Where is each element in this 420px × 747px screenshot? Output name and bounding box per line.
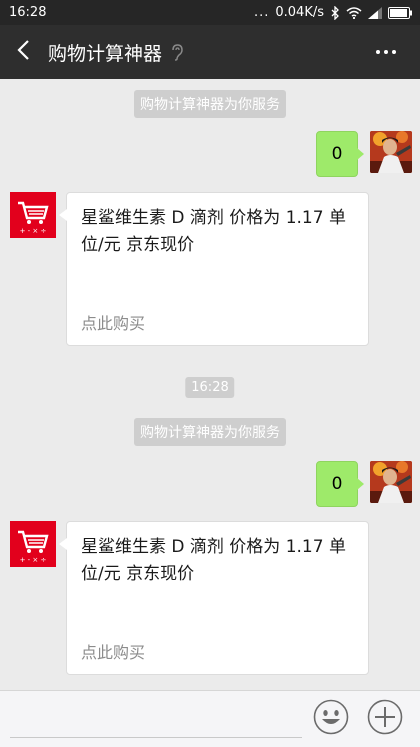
product-card[interactable]: 星鲨维生素 D 滴剂 价格为 1.17 单位/元 京东现价 点此购买 — [59, 521, 369, 675]
user-avatar[interactable] — [370, 131, 412, 173]
user-message-bubble[interactable]: 0 — [316, 461, 364, 507]
product-card-text: 星鲨维生素 D 滴剂 价格为 1.17 单位/元 京东现价 — [81, 208, 346, 255]
user-message-text: 0 — [331, 144, 343, 164]
plus-icon — [367, 699, 403, 739]
battery-icon — [388, 6, 412, 19]
more-dot — [376, 50, 380, 54]
ear-icon — [170, 43, 184, 61]
more-dot — [392, 50, 396, 54]
emoji-button[interactable] — [312, 699, 350, 739]
title-bar: 购物计算神器 — [0, 25, 420, 79]
bot-avatar[interactable]: + - × ÷ — [10, 192, 56, 238]
network-speed: 0.04K/s — [275, 5, 324, 20]
signal-icon — [368, 6, 382, 19]
user-message-text: 0 — [331, 474, 343, 494]
system-notice: 购物计算神器为你服务 — [134, 418, 286, 446]
back-button[interactable] — [2, 25, 44, 79]
chat-messages[interactable]: 购物计算神器为你服务 0 + - × ÷ 星鲨维生素 D 滴剂 价格为 1.17… — [0, 79, 420, 690]
bot-logo-symbols: + - × ÷ — [20, 227, 47, 235]
buy-link[interactable]: 点此购买 — [81, 639, 145, 663]
status-dots: ... — [253, 5, 270, 20]
more-dot — [384, 50, 388, 54]
wifi-icon — [346, 6, 362, 19]
product-card[interactable]: 星鲨维生素 D 滴剂 价格为 1.17 单位/元 京东现价 点此购买 — [59, 192, 369, 346]
status-bar: 16:28 ... 0.04K/s — [0, 0, 420, 25]
status-indicators: ... 0.04K/s — [254, 5, 412, 20]
status-time: 16:28 — [9, 5, 47, 20]
user-avatar[interactable] — [370, 461, 412, 503]
time-stamp: 16:28 — [185, 377, 235, 398]
bluetooth-icon — [330, 5, 340, 20]
emoji-icon — [313, 699, 349, 739]
plus-button[interactable] — [366, 699, 404, 739]
user-message-bubble[interactable]: 0 — [316, 131, 364, 177]
bot-logo-symbols: + - × ÷ — [20, 556, 47, 564]
input-bar — [0, 690, 420, 747]
system-notice: 购物计算神器为你服务 — [134, 90, 286, 118]
chevron-left-icon — [16, 39, 30, 65]
buy-link[interactable]: 点此购买 — [81, 310, 145, 334]
bot-avatar[interactable]: + - × ÷ — [10, 521, 56, 567]
more-button[interactable] — [372, 41, 400, 63]
message-input-underline[interactable] — [10, 737, 302, 738]
chat-title: 购物计算神器 — [48, 42, 163, 65]
product-card-text: 星鲨维生素 D 滴剂 价格为 1.17 单位/元 京东现价 — [81, 537, 346, 584]
